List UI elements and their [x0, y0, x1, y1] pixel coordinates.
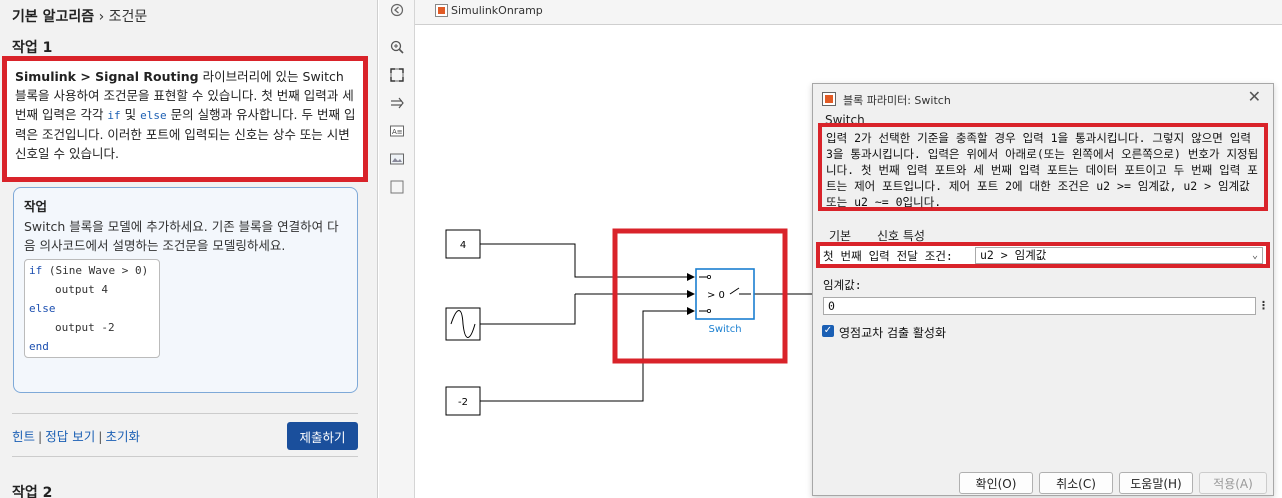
- more-options-icon[interactable]: ⋮: [1258, 297, 1269, 315]
- app-root: 기본 알고리즘 › 조건문 작업 1 Simulink > Signal Rou…: [0, 0, 1282, 498]
- switch-label: Switch: [708, 324, 741, 335]
- task-card: 작업 Switch 블록을 모델에 추가하세요. 기존 블록을 연결하여 다음 …: [13, 187, 358, 393]
- criteria-field-highlight: 첫 번째 입력 전달 조건: u2 > 임계값 ⌄: [816, 242, 1270, 268]
- switch-block[interactable]: > 0 Switch: [695, 268, 755, 335]
- simulink-palette: A≡: [379, 0, 415, 498]
- task-links: 힌트 | 정답 보기 | 초기화: [12, 429, 140, 444]
- submit-button[interactable]: 제출하기: [287, 422, 358, 450]
- ok-button[interactable]: 확인(O): [959, 472, 1033, 494]
- zero-crossing-checkbox[interactable]: ✓: [822, 325, 834, 337]
- zoom-icon[interactable]: [389, 39, 405, 55]
- breadcrumb: 기본 알고리즘 › 조건문: [12, 6, 147, 26]
- show-answer-link[interactable]: 정답 보기: [45, 429, 95, 444]
- task-card-title: 작업: [24, 199, 48, 214]
- breadcrumb-current: 조건문: [108, 9, 148, 25]
- criteria-value: u2 > 임계값: [980, 248, 1047, 262]
- code-line-output-neg2: output -2: [55, 321, 115, 334]
- divider: [12, 456, 358, 457]
- simulink-block-icon: [822, 92, 836, 106]
- area-icon[interactable]: [389, 179, 405, 195]
- sine-wave-block[interactable]: [445, 307, 481, 341]
- constant-value-4: 4: [460, 240, 466, 251]
- annotation-icon[interactable]: A≡: [389, 123, 405, 139]
- criteria-label: 첫 번째 입력 전달 조건:: [823, 249, 953, 263]
- breadcrumb-parent[interactable]: 기본 알고리즘: [12, 9, 94, 25]
- model-tab-bar: SimulinkOnramp: [415, 0, 1282, 25]
- divider: [12, 413, 358, 414]
- image-icon[interactable]: [389, 151, 405, 167]
- library-path: Simulink > Signal Routing: [15, 69, 199, 84]
- hint-link[interactable]: 힌트: [12, 429, 35, 444]
- criteria-select[interactable]: u2 > 임계값 ⌄: [975, 247, 1263, 264]
- switch-condition: > 0: [707, 290, 725, 301]
- code-keyword-else: else: [29, 302, 56, 315]
- help-button[interactable]: 도움말(H): [1119, 472, 1193, 494]
- threshold-input[interactable]: 0: [823, 297, 1256, 315]
- code-keyword-end: end: [29, 340, 49, 353]
- threshold-label: 임계값:: [823, 278, 862, 292]
- task-description: Simulink > Signal Routing 라이브러리에 있는 Swit…: [2, 56, 368, 182]
- zero-crossing-label: 영점교차 검출 활성화: [839, 326, 946, 340]
- apply-button[interactable]: 적용(A): [1199, 472, 1267, 494]
- code-condition: (Sine Wave > 0): [42, 264, 149, 277]
- fit-view-icon[interactable]: [389, 67, 405, 83]
- constant-block-4[interactable]: 4: [445, 229, 481, 259]
- signal-lines[interactable]: [480, 243, 812, 402]
- model-tab-title[interactable]: SimulinkOnramp: [451, 4, 543, 17]
- code-else: else: [140, 109, 167, 122]
- block-parameters-dialog: 블록 파라미터: Switch ✕ Switch 입력 2가 선택한 기준을 충…: [812, 83, 1274, 496]
- task2-title: 작업 2: [12, 485, 53, 498]
- code-line-output-4: output 4: [55, 283, 108, 296]
- back-arrow-icon[interactable]: [389, 2, 405, 18]
- constant-block-neg2[interactable]: -2: [445, 386, 481, 416]
- close-icon[interactable]: ✕: [1248, 87, 1261, 106]
- pseudocode-block: if (Sine Wave > 0) output 4 else output …: [24, 259, 160, 358]
- chevron-down-icon: ⌄: [1251, 250, 1258, 261]
- reset-link[interactable]: 초기화: [105, 429, 140, 444]
- task-card-text: Switch 블록을 모델에 추가하세요. 기존 블록을 연결하여 다음 의사코…: [24, 219, 339, 253]
- task1-title: 작업 1: [12, 40, 53, 56]
- simulink-model-icon: [435, 4, 448, 17]
- constant-value-neg2: -2: [458, 397, 468, 408]
- desc-text-2: 및: [120, 107, 141, 122]
- cancel-button[interactable]: 취소(C): [1039, 472, 1113, 494]
- arrow-icon[interactable]: [389, 95, 405, 111]
- breadcrumb-separator: ›: [98, 9, 105, 25]
- code-if: if: [107, 109, 121, 122]
- svg-text:A≡: A≡: [392, 128, 403, 136]
- dialog-description: 입력 2가 선택한 기준을 충족할 경우 입력 1을 통과시킵니다. 그렇지 않…: [818, 123, 1268, 211]
- dialog-title: 블록 파라미터: Switch: [843, 94, 951, 107]
- task-panel: 기본 알고리즘 › 조건문 작업 1 Simulink > Signal Rou…: [0, 0, 378, 498]
- wire-arrowheads: [687, 273, 695, 315]
- code-keyword-if: if: [29, 264, 43, 277]
